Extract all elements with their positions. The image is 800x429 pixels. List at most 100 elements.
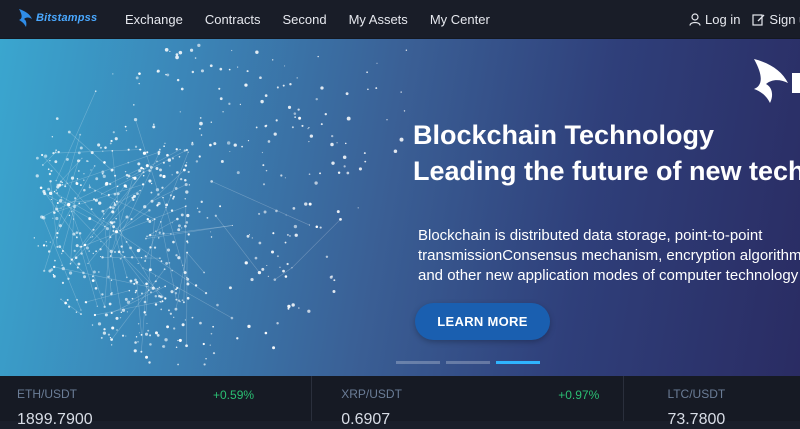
globe-node: [119, 317, 122, 319]
ticker-item-xrp[interactable]: XRP/USDT +0.97% 0.6907: [312, 376, 625, 428]
globe-node: [184, 319, 187, 321]
globe-node: [58, 199, 63, 203]
ticker-item-eth[interactable]: ETH/USDT +0.59% 1899.7900: [0, 376, 313, 428]
carousel-dot-2[interactable]: [446, 361, 490, 364]
globe-node: [81, 157, 83, 159]
star-particle: [165, 73, 167, 76]
ticker-item-ltc[interactable]: LTC/USDT 73.7800: [624, 376, 800, 428]
globe-node: [159, 257, 161, 259]
carousel-dot-3[interactable]: [496, 361, 540, 364]
nav-second[interactable]: Second: [282, 12, 326, 27]
globe-node: [121, 334, 125, 337]
globe-node: [149, 343, 152, 346]
globe-node: [210, 231, 212, 233]
globe-node: [182, 264, 184, 266]
globe-link: [186, 252, 205, 273]
globe-node: [75, 244, 79, 248]
globe-node: [42, 216, 44, 218]
nav-my-assets[interactable]: My Assets: [349, 12, 408, 27]
star-particle: [399, 137, 404, 142]
globe-node: [76, 266, 79, 269]
globe-node: [55, 179, 57, 182]
globe-node: [109, 206, 112, 209]
globe-node: [83, 275, 87, 279]
globe-node: [90, 236, 92, 238]
globe-node: [61, 281, 65, 284]
globe-node: [109, 336, 112, 339]
globe-node: [184, 224, 187, 228]
globe-node: [101, 293, 104, 296]
globe-node: [83, 188, 86, 192]
globe-node: [169, 312, 172, 315]
globe-node: [74, 256, 78, 260]
globe-node: [88, 186, 91, 189]
globe-node: [272, 59, 274, 61]
globe-node: [147, 329, 150, 332]
globe-node: [154, 295, 158, 298]
globe-node: [135, 336, 138, 338]
globe-node: [103, 161, 106, 164]
globe-node: [146, 322, 148, 324]
globe-link: [128, 287, 154, 303]
globe-node: [156, 160, 158, 163]
brand-logo[interactable]: Bitstampss: [18, 8, 97, 28]
nav-contracts[interactable]: Contracts: [205, 12, 261, 27]
globe-node: [48, 191, 53, 196]
globe-node: [244, 83, 248, 87]
globe-node: [258, 212, 261, 215]
globe-node: [48, 172, 52, 176]
globe-node: [226, 141, 231, 145]
globe-node: [152, 123, 155, 126]
login-link[interactable]: Log in: [689, 12, 740, 27]
globe-node: [357, 207, 359, 209]
carousel-dot-1[interactable]: [396, 361, 440, 364]
globe-node: [67, 277, 70, 280]
globe-node: [266, 264, 268, 266]
globe-node: [272, 232, 275, 235]
star-particle: [209, 64, 213, 68]
globe-node: [186, 213, 190, 218]
star-particle: [376, 62, 378, 64]
globe-node: [55, 189, 58, 191]
globe-node: [75, 311, 78, 313]
globe-node: [171, 157, 174, 160]
globe-node: [93, 313, 97, 317]
globe-node: [155, 167, 159, 170]
globe-node: [186, 241, 189, 244]
globe-node: [39, 186, 43, 190]
globe-node: [331, 134, 334, 138]
globe-node: [263, 210, 267, 214]
globe-node: [79, 146, 83, 150]
globe-node: [145, 355, 148, 359]
globe-node: [157, 201, 161, 206]
globe-node: [102, 150, 104, 152]
globe-node: [65, 157, 69, 161]
globe-node: [78, 170, 80, 172]
learn-more-button[interactable]: LEARN MORE: [415, 303, 550, 340]
globe-node: [125, 241, 128, 243]
nav-my-center[interactable]: My Center: [430, 12, 490, 27]
globe-node: [76, 178, 79, 180]
globe-node: [111, 150, 114, 152]
globe-node: [69, 262, 72, 265]
hero-banner: Blockchain Technology Leading the future…: [0, 39, 800, 376]
globe-node: [96, 305, 99, 308]
globe-node: [262, 183, 266, 186]
globe-node: [144, 332, 149, 336]
globe-node: [70, 176, 75, 180]
globe-node: [151, 286, 155, 290]
globe-node: [58, 245, 62, 249]
globe-node: [109, 182, 112, 186]
globe-link: [151, 184, 187, 202]
globe-node: [210, 332, 213, 335]
globe-node: [49, 180, 52, 183]
signup-link[interactable]: Sign up: [752, 12, 800, 27]
globe-node: [40, 153, 44, 157]
globe-node: [162, 345, 164, 347]
globe-node: [68, 271, 73, 275]
nav-exchange[interactable]: Exchange: [125, 12, 183, 27]
globe-node: [179, 111, 182, 113]
globe-node: [102, 331, 107, 335]
globe-node: [286, 233, 289, 236]
globe-node: [139, 189, 141, 192]
